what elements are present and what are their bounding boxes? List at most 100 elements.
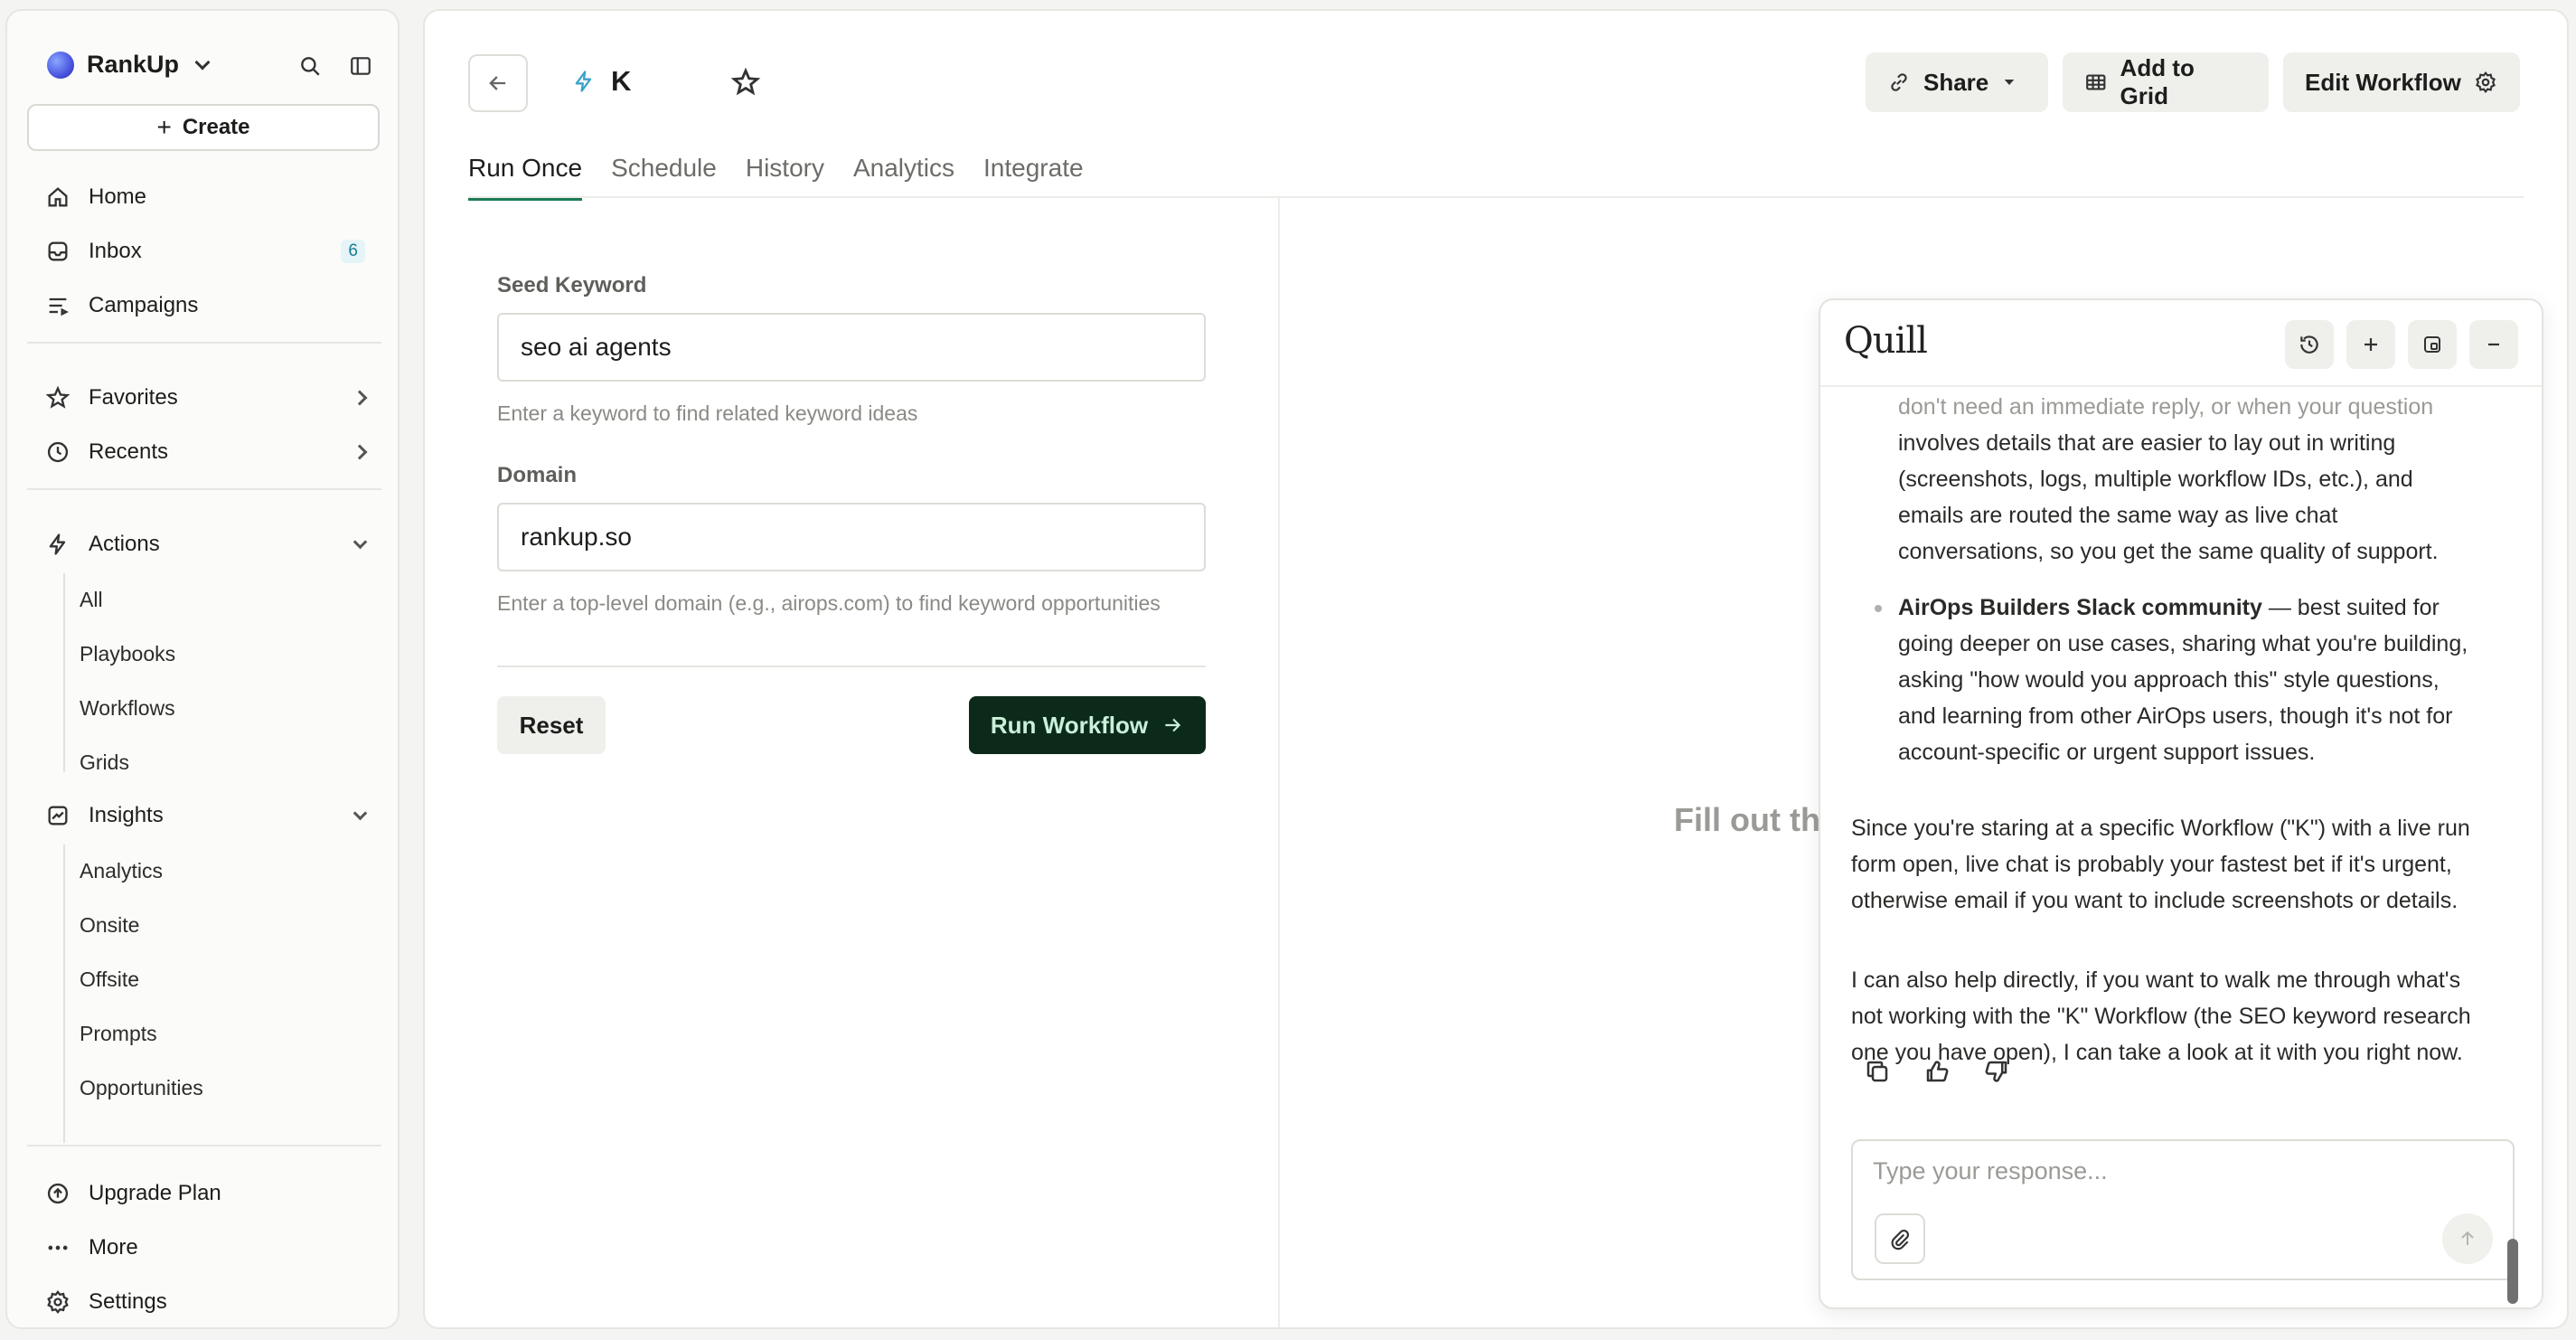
sidebar-item-label: Settings <box>89 1289 167 1314</box>
sidebar-item-recents[interactable]: Recents <box>27 429 381 476</box>
favorite-star-icon[interactable] <box>730 67 761 98</box>
seed-keyword-label: Seed Keyword <box>497 273 647 297</box>
grid-icon <box>2086 74 2106 90</box>
sidebar-subitem-analytics[interactable]: Analytics <box>80 848 163 893</box>
sidebar-item-label: Insights <box>89 803 164 827</box>
sidebar: RankUp + Create Home Inbox 6 Campaigns F… <box>5 9 400 1329</box>
sidebar-item-actions[interactable]: Actions <box>27 521 381 568</box>
sidebar-item-label: Campaigns <box>89 293 199 317</box>
send-button[interactable] <box>2442 1213 2493 1264</box>
chevron-down-icon <box>194 54 211 70</box>
attach-button[interactable] <box>1875 1213 1925 1264</box>
new-chat-icon[interactable] <box>2346 320 2395 369</box>
sidebar-subitem-opportunities[interactable]: Opportunities <box>80 1065 203 1110</box>
sidebar-item-inbox[interactable]: Inbox 6 <box>27 228 381 275</box>
sidebar-item-more[interactable]: More <box>27 1224 381 1271</box>
workspace-switcher[interactable]: RankUp <box>47 51 211 79</box>
lightning-icon <box>575 71 592 92</box>
chat-text-line: emails are routed the same way as live c… <box>1898 503 2338 528</box>
panel-divider <box>1278 198 1280 1327</box>
thumbs-down-icon[interactable] <box>1983 1058 2010 1085</box>
domain-help: Enter a top-level domain (e.g., airops.c… <box>497 591 1161 615</box>
chat-text-line: account-specific or urgent support issue… <box>1898 740 2316 765</box>
seed-keyword-input[interactable] <box>497 313 1206 382</box>
inbox-count-badge: 6 <box>341 240 365 263</box>
lightning-icon <box>49 533 66 555</box>
seed-keyword-help: Enter a keyword to find related keyword … <box>497 401 918 425</box>
star-icon <box>45 385 71 409</box>
workspace-logo <box>47 51 74 79</box>
chat-response-input[interactable] <box>1873 1157 2487 1185</box>
sidebar-subitem-grids[interactable]: Grids <box>80 740 129 785</box>
sidebar-toggle-icon[interactable] <box>349 54 372 78</box>
share-button[interactable]: Share <box>1866 52 2048 112</box>
bullet-dot <box>1875 605 1882 612</box>
run-workflow-button[interactable]: Run Workflow <box>969 696 1206 754</box>
chat-text-line: conversations, so you get the same quali… <box>1898 539 2439 564</box>
tab-analytics[interactable]: Analytics <box>853 154 954 201</box>
chat-text-line: (screenshots, logs, multiple workflow ID… <box>1898 467 2413 492</box>
add-to-grid-button[interactable]: Add to Grid <box>2063 52 2269 112</box>
sidebar-subitem-offsite[interactable]: Offsite <box>80 957 139 1002</box>
domain-input[interactable] <box>497 503 1206 571</box>
sidebar-divider <box>27 488 381 490</box>
workflow-name: K <box>611 65 632 97</box>
workspace-name: RankUp <box>87 51 180 78</box>
tab-integrate[interactable]: Integrate <box>983 154 1084 201</box>
chat-bold-text: AirOps Builders Slack community <box>1898 595 2262 620</box>
chevron-right-icon <box>352 444 368 460</box>
popout-icon[interactable] <box>2408 320 2457 369</box>
chat-text-line: going deeper on use cases, sharing what … <box>1898 631 2468 656</box>
output-placeholder: Fill out th <box>1674 801 1820 838</box>
tab-run-once[interactable]: Run Once <box>468 154 583 201</box>
back-button[interactable] <box>468 54 528 112</box>
chat-bullet-slack: AirOps Builders Slack community — best s… <box>1875 590 2513 770</box>
inbox-icon <box>48 241 68 261</box>
sidebar-divider <box>27 342 381 344</box>
sidebar-subitem-playbooks[interactable]: Playbooks <box>80 631 175 676</box>
sidebar-item-label: Home <box>89 184 147 209</box>
sidebar-item-campaigns[interactable]: Campaigns <box>27 282 381 329</box>
sidebar-subitem-prompts[interactable]: Prompts <box>80 1011 157 1056</box>
sidebar-item-label: More <box>89 1235 138 1260</box>
form-divider <box>497 665 1206 667</box>
chat-text-line: asking "how would you approach this" sty… <box>1898 667 2440 693</box>
chat-text-line: — best suited for <box>2261 595 2440 620</box>
copy-icon[interactable] <box>1864 1058 1891 1085</box>
quill-chat-panel: Quill don't need an immediate reply, or … <box>1819 298 2543 1309</box>
add-to-grid-label: Add to Grid <box>2120 54 2195 109</box>
home-icon <box>48 187 68 207</box>
sidebar-item-upgrade[interactable]: Upgrade Plan <box>27 1170 381 1217</box>
tree-line <box>63 845 65 1143</box>
chevron-right-icon <box>352 390 368 406</box>
edit-workflow-button[interactable]: Edit Workflow <box>2283 52 2520 112</box>
gear-icon <box>47 1290 69 1314</box>
share-label: Share <box>1923 68 1989 96</box>
run-workflow-label: Run Workflow <box>990 711 1149 739</box>
caret-down-icon <box>2005 80 2015 85</box>
arrow-left-icon <box>489 76 506 90</box>
upgrade-icon <box>47 1183 69 1204</box>
chat-text-line: otherwise email if you want to include s… <box>1851 888 2458 913</box>
chat-scrollbar[interactable] <box>2507 1239 2518 1304</box>
search-icon[interactable] <box>298 54 322 78</box>
tab-schedule[interactable]: Schedule <box>611 154 717 201</box>
minimize-icon[interactable] <box>2469 320 2518 369</box>
thumbs-up-icon[interactable] <box>1923 1058 1951 1085</box>
history-icon[interactable] <box>2285 320 2334 369</box>
sidebar-subitem-workflows[interactable]: Workflows <box>80 685 175 731</box>
edit-workflow-label: Edit Workflow <box>2305 68 2461 96</box>
reset-button[interactable]: Reset <box>497 696 606 754</box>
insights-icon <box>48 806 68 826</box>
plus-icon: + <box>156 113 172 141</box>
arrow-up-icon <box>2461 1231 2474 1245</box>
create-button[interactable]: + Create <box>27 104 380 151</box>
sidebar-subitem-all[interactable]: All <box>80 577 103 622</box>
sidebar-item-settings[interactable]: Settings <box>27 1279 381 1326</box>
sidebar-subitem-onsite[interactable]: Onsite <box>80 902 139 948</box>
sidebar-item-favorites[interactable]: Favorites <box>27 374 381 421</box>
sidebar-item-insights[interactable]: Insights <box>27 792 381 839</box>
tab-history[interactable]: History <box>746 154 824 201</box>
quill-logo: Quill <box>1844 320 1928 362</box>
sidebar-item-home[interactable]: Home <box>27 174 381 221</box>
